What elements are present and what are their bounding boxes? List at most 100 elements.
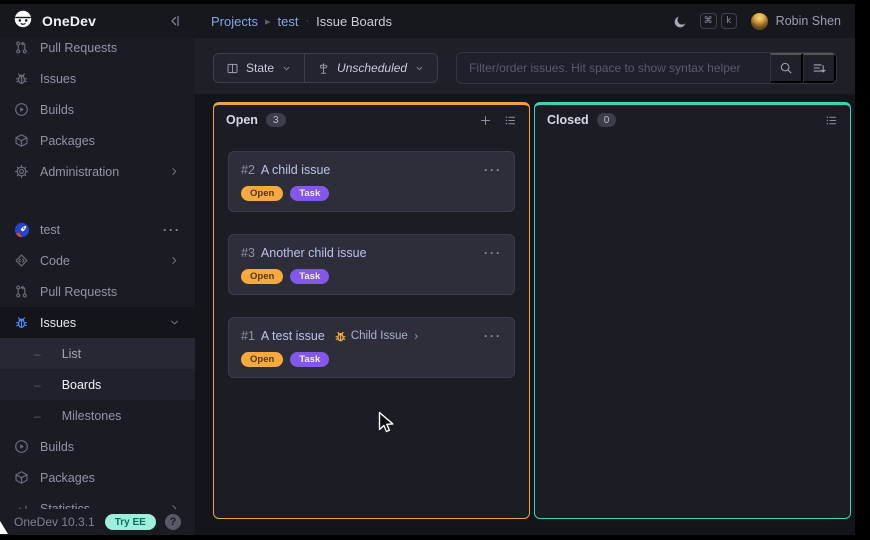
user-avatar[interactable]: [751, 13, 768, 30]
sidebar-item-issues-list[interactable]: List: [0, 338, 195, 369]
sidebar-item-label: Code: [40, 254, 70, 268]
sidebar-item-label: Administration: [40, 165, 119, 179]
play-circle-icon: [14, 439, 29, 454]
milestone-signpost-icon: [317, 62, 330, 75]
issue-title-link[interactable]: A child issue: [261, 163, 330, 177]
chevron-down-icon: [414, 63, 425, 74]
sidebar-item-project-issues[interactable]: Issues: [0, 307, 195, 338]
project-more-menu-icon[interactable]: ···: [163, 227, 181, 233]
column-header: Closed 0: [535, 105, 850, 135]
sidebar-item-issues-boards[interactable]: Boards: [0, 369, 195, 400]
project-rocket-icon: [14, 222, 29, 237]
screenshot-stage: OneDev Projects ▸ test · Issue Boards ⌘ …: [0, 0, 870, 540]
sidebar-collapse-icon[interactable]: [167, 13, 183, 29]
card-menu-icon[interactable]: ···: [484, 333, 502, 339]
column-header-actions: [825, 114, 838, 127]
board-column-closed: Closed 0: [534, 102, 851, 519]
card-list: #2 A child issue ··· Open Task #3: [214, 135, 529, 394]
breadcrumb: Projects ▸ test · Issue Boards: [195, 14, 392, 29]
pull-request-icon: [14, 40, 29, 55]
issue-number: #3: [241, 246, 255, 260]
chevron-right-icon: [168, 254, 181, 267]
issue-card[interactable]: #1 A test issue Child Issue ···: [228, 317, 515, 378]
column-list-icon[interactable]: [504, 114, 517, 127]
milestone-select-button[interactable]: Unscheduled: [304, 54, 437, 82]
child-issue-link[interactable]: Child Issue: [334, 330, 421, 343]
sidebar-item-builds[interactable]: Builds: [0, 94, 195, 125]
keyboard-shortcut-hint: ⌘ k: [700, 13, 737, 29]
dark-mode-toggle-icon[interactable]: [673, 14, 688, 29]
card-title-row: #1 A test issue Child Issue ···: [241, 329, 502, 343]
sidebar-project-header[interactable]: test ···: [0, 214, 195, 245]
board-selector-group: State Unscheduled: [213, 53, 438, 83]
board-column-open: Open 3 #2 A child issue ···: [213, 102, 530, 519]
sidebar-item-label: Milestones: [62, 409, 122, 423]
sidebar-item-administration[interactable]: Administration: [0, 156, 195, 187]
child-bug-icon: [334, 330, 347, 343]
sidebar-item-label: Issues: [40, 72, 76, 86]
board-select-button[interactable]: State: [214, 54, 304, 82]
breadcrumb-project-link[interactable]: test: [278, 14, 299, 29]
filter-input[interactable]: [457, 53, 770, 83]
board-columns-icon: [226, 62, 239, 75]
issue-board: Open 3 #2 A child issue ···: [195, 94, 855, 535]
board-select-label: State: [246, 61, 274, 75]
chevron-right-icon: [168, 165, 181, 178]
issue-card[interactable]: #3 Another child issue ··· Open Task: [228, 234, 515, 295]
k-key-icon: k: [721, 13, 737, 29]
sidebar-item-label: Builds: [40, 103, 74, 117]
child-issue-label: Child Issue: [351, 330, 408, 342]
play-circle-icon: [14, 102, 29, 117]
state-badge: Open: [241, 352, 283, 367]
issue-title-link[interactable]: A test issue: [261, 329, 325, 343]
card-menu-icon[interactable]: ···: [484, 167, 502, 173]
help-icon[interactable]: ?: [165, 514, 181, 530]
chevron-down-icon: [281, 63, 292, 74]
gear-icon: [14, 164, 29, 179]
user-name[interactable]: Robin Shen: [776, 14, 841, 28]
column-header-actions: [479, 114, 517, 127]
code-diamond-icon: [14, 253, 29, 268]
column-list-icon[interactable]: [825, 114, 838, 127]
brand-title: OneDev: [42, 13, 96, 29]
brand-area: OneDev: [0, 9, 195, 34]
sidebar-item-label: Boards: [62, 378, 102, 392]
try-ee-badge[interactable]: Try EE: [105, 514, 156, 530]
chevron-right-icon: [412, 332, 421, 341]
sidebar-item-pull-requests[interactable]: Pull Requests: [0, 38, 195, 63]
board-toolbar: State Unscheduled: [195, 38, 855, 94]
version-label: OneDev 10.3.1: [14, 515, 95, 529]
bug-icon: [14, 71, 29, 86]
column-title: Open: [226, 113, 258, 127]
onedev-logo-icon: [13, 9, 33, 34]
column-title: Closed: [547, 113, 589, 127]
sidebar-item-project-pull-requests[interactable]: Pull Requests: [0, 276, 195, 307]
issue-title-link[interactable]: Another child issue: [261, 246, 367, 260]
sidebar-item-issues[interactable]: Issues: [0, 63, 195, 94]
issue-card[interactable]: #2 A child issue ··· Open Task: [228, 151, 515, 212]
breadcrumb-projects-link[interactable]: Projects: [211, 14, 258, 29]
sidebar-item-label: Builds: [40, 440, 74, 454]
sidebar-footer: OneDev 10.3.1 Try EE ?: [0, 509, 195, 535]
search-icon: [779, 61, 793, 75]
breadcrumb-separator: ▸: [265, 15, 271, 28]
card-badges: Open Task: [241, 186, 502, 201]
sidebar-item-project-builds[interactable]: Builds: [0, 431, 195, 462]
order-button[interactable]: [803, 53, 836, 83]
top-bar: OneDev Projects ▸ test · Issue Boards ⌘ …: [0, 4, 855, 38]
package-box-icon: [14, 133, 29, 148]
sidebar-item-issues-milestones[interactable]: Milestones: [0, 400, 195, 431]
sidebar-item-code[interactable]: Code: [0, 245, 195, 276]
card-menu-icon[interactable]: ···: [484, 250, 502, 256]
milestone-select-label: Unscheduled: [337, 61, 407, 75]
column-count-badge: 3: [266, 113, 286, 127]
type-badge: Task: [290, 186, 329, 201]
add-issue-icon[interactable]: [479, 114, 492, 127]
main-content: State Unscheduled: [195, 38, 855, 535]
search-button[interactable]: [770, 53, 803, 83]
sidebar-item-label: Packages: [40, 134, 95, 148]
sidebar-menu: Pull Requests Issues Builds Packages Adm…: [0, 38, 195, 524]
sidebar-item-packages[interactable]: Packages: [0, 125, 195, 156]
type-badge: Task: [290, 269, 329, 284]
sidebar-item-project-packages[interactable]: Packages: [0, 462, 195, 493]
